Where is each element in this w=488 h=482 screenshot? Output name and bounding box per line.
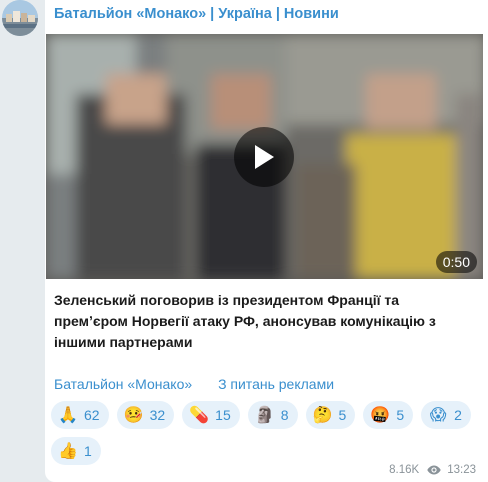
message-bubble: Батальйон «Монако» | Україна | Новини 0:… — [45, 0, 488, 482]
reaction-count: 15 — [215, 407, 231, 423]
reactions-bar: 🙏 62 🤒 32 💊 15 🗿 8 🤔 5 🤬 5 😱 2 👍 1 — [51, 401, 483, 465]
channel-avatar[interactable] — [2, 0, 38, 36]
video-duration-badge: 0:50 — [435, 251, 477, 273]
reaction-pray[interactable]: 🙏 62 — [51, 401, 109, 429]
screaming-face-icon: 😱 — [429, 407, 447, 424]
play-icon — [255, 145, 274, 169]
reaction-count: 5 — [396, 407, 405, 423]
thermometer-face-icon: 🤒 — [123, 407, 144, 424]
reaction-sick[interactable]: 🤒 32 — [116, 401, 175, 429]
video-thumbnail[interactable]: 0:50 — [46, 34, 483, 279]
reaction-count: 5 — [338, 407, 347, 423]
view-count: 8.16K — [389, 464, 420, 476]
reaction-count: 32 — [149, 407, 166, 423]
cursing-face-icon: 🤬 — [370, 407, 391, 424]
play-button[interactable] — [234, 127, 294, 187]
channel-title[interactable]: Батальйон «Монако» | Україна | Новини — [54, 6, 339, 22]
reaction-thinking[interactable]: 🤔 5 — [305, 401, 356, 429]
pill-icon: 💊 — [189, 407, 210, 424]
reaction-count: 1 — [84, 443, 92, 459]
post-caption: Зеленський поговорив із президентом Фран… — [54, 292, 436, 350]
reaction-count: 62 — [84, 407, 100, 423]
eye-icon — [427, 465, 441, 475]
reaction-thumbs-up[interactable]: 👍 1 — [51, 437, 101, 465]
ads-link[interactable]: З питань реклами — [218, 376, 334, 392]
channel-link[interactable]: Батальйон «Монако» — [54, 376, 192, 392]
reaction-pill[interactable]: 💊 15 — [182, 401, 240, 429]
reaction-count: 2 — [454, 407, 462, 423]
message-meta: 8.16K 13:23 — [389, 464, 476, 476]
reaction-moai[interactable]: 🗿 8 — [247, 401, 298, 429]
thumbs-up-icon: 👍 — [58, 443, 78, 460]
reaction-count: 8 — [280, 407, 289, 423]
thinking-face-icon: 🤔 — [312, 407, 333, 424]
post-links: Батальйон «Монако» З питань реклами — [54, 376, 334, 392]
reaction-angry[interactable]: 🤬 5 — [363, 401, 414, 429]
pray-icon: 🙏 — [58, 407, 78, 424]
moai-icon: 🗿 — [254, 407, 275, 424]
reaction-scream[interactable]: 😱 2 — [421, 401, 471, 429]
message-time: 13:23 — [447, 464, 476, 476]
